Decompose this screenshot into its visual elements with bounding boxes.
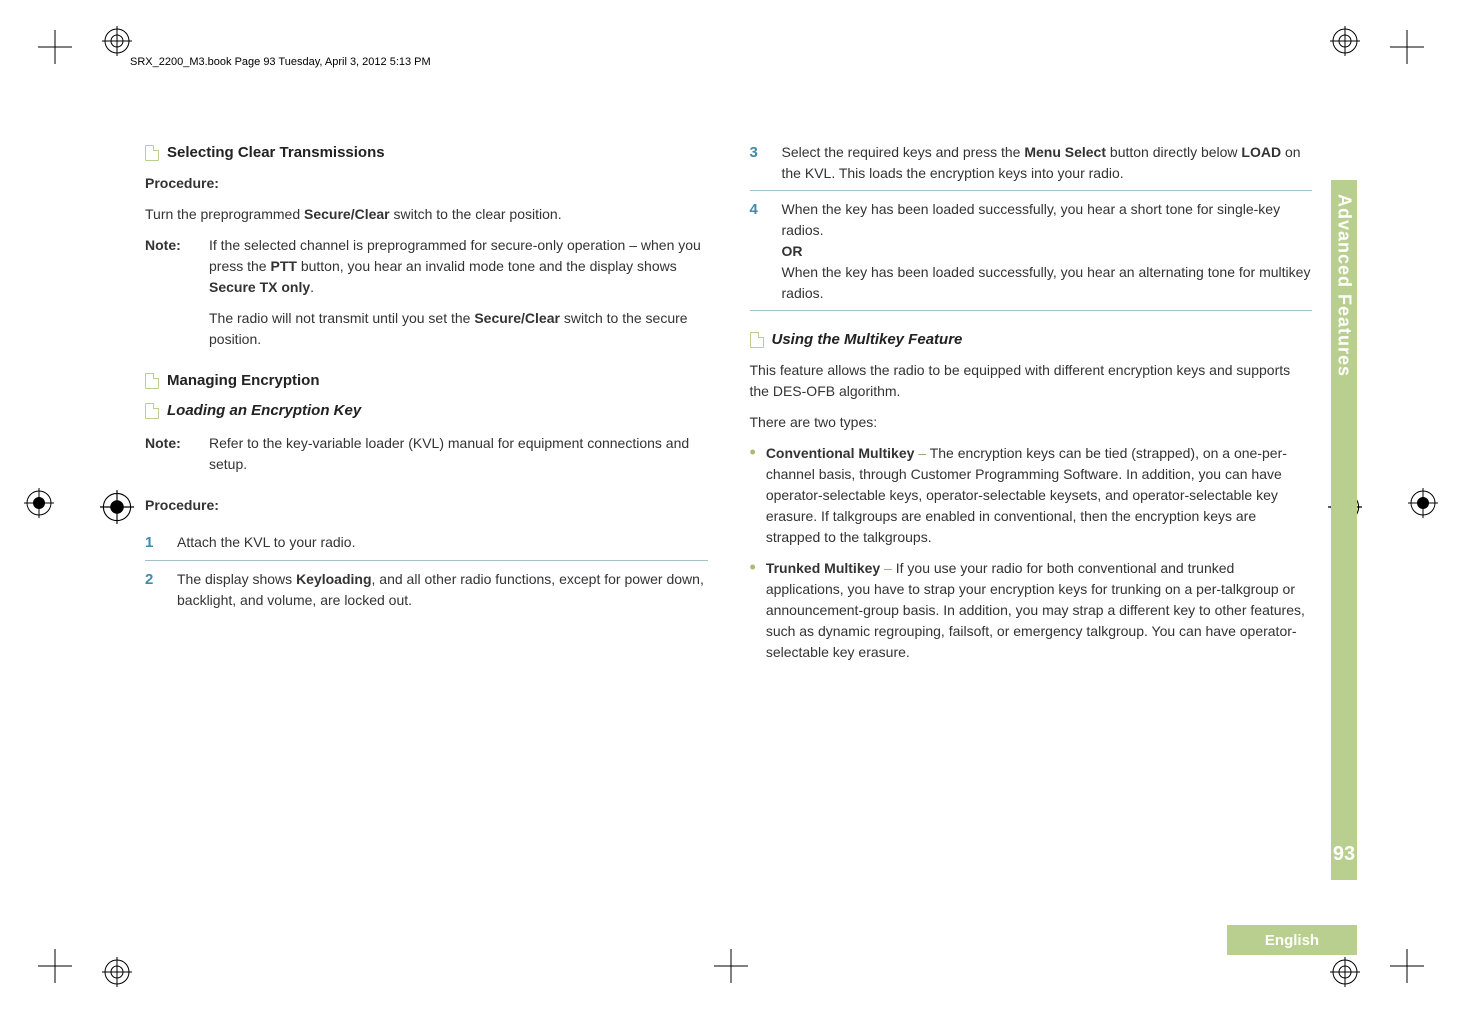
text: Turn the preprogrammed (145, 206, 304, 222)
page: Selecting Clear Transmissions Procedure:… (0, 0, 1462, 1013)
document-icon (145, 403, 159, 419)
bold-term: Trunked Multikey (766, 560, 880, 576)
bullet-body: Conventional Multikey – The encryption k… (766, 443, 1312, 548)
step-body: Attach the KVL to your radio. (177, 532, 708, 555)
text: When the key has been loaded successfull… (782, 264, 1311, 301)
procedure-label: Procedure: (145, 173, 708, 194)
text: The display shows (177, 571, 296, 587)
procedure-text: Turn the preprogrammed Secure/Clear swit… (145, 204, 708, 225)
content-columns: Selecting Clear Transmissions Procedure:… (145, 136, 1312, 983)
dash: – (880, 560, 896, 576)
step-body: Select the required keys and press the M… (782, 142, 1313, 184)
page-number: 93 (1333, 843, 1355, 866)
document-icon (145, 145, 159, 161)
bullet-dot-icon: • (750, 443, 756, 548)
text: Refer to the key-variable loader (KVL) m… (209, 433, 708, 475)
text: The radio will not transmit until you se… (209, 310, 474, 326)
procedure-label: Procedure: (145, 495, 708, 516)
step-number: 3 (750, 142, 768, 184)
procedure-step: 4 When the key has been loaded successfu… (750, 193, 1313, 311)
left-column: Selecting Clear Transmissions Procedure:… (145, 136, 708, 983)
step-number: 4 (750, 199, 768, 304)
note-label: Note: (145, 433, 195, 485)
display-text: Keyloading (296, 571, 371, 587)
procedure-step: 3 Select the required keys and press the… (750, 136, 1313, 191)
note-block: Note: If the selected channel is preprog… (145, 235, 708, 360)
step-number: 1 (145, 532, 163, 555)
section-heading: Using the Multikey Feature (750, 329, 1313, 352)
text: . (310, 279, 314, 295)
section-heading: Selecting Clear Transmissions (145, 142, 708, 165)
text: button, you hear an invalid mode tone an… (297, 258, 677, 274)
step-body: When the key has been loaded successfull… (782, 199, 1313, 304)
text: button directly below (1106, 144, 1241, 160)
or-label: OR (782, 243, 803, 259)
paragraph: This feature allows the radio to be equi… (750, 360, 1313, 402)
paragraph: There are two types: (750, 412, 1313, 433)
procedure-step: 2 The display shows Keyloading, and all … (145, 563, 708, 617)
bold-term: PTT (270, 258, 296, 274)
bullet-body: Trunked Multikey – If you use your radio… (766, 558, 1312, 663)
document-icon (145, 373, 159, 389)
section-heading: Managing Encryption (145, 370, 708, 393)
bold-term: Menu Select (1024, 144, 1106, 160)
section-title-italic: Using the Multikey Feature (772, 329, 963, 352)
note-body: If the selected channel is preprogrammed… (209, 235, 708, 360)
bold-term: Secure/Clear (304, 206, 390, 222)
section-title: Selecting Clear Transmissions (167, 142, 385, 165)
bold-term: Conventional Multikey (766, 445, 915, 461)
note-label: Note: (145, 235, 195, 360)
text: Select the required keys and press the (782, 144, 1025, 160)
side-tab-label: Advanced Features (1334, 180, 1355, 843)
bold-term: Secure/Clear (474, 310, 560, 326)
language-tab: English (1227, 925, 1357, 955)
section-title: Managing Encryption (167, 370, 320, 393)
display-text: Secure TX only (209, 279, 310, 295)
procedure-step: 1 Attach the KVL to your radio. (145, 526, 708, 562)
note-body: Refer to the key-variable loader (KVL) m… (209, 433, 708, 485)
bullet-dot-icon: • (750, 558, 756, 663)
dash: – (914, 445, 929, 461)
step-number: 2 (145, 569, 163, 611)
side-tab: Advanced Features 93 (1331, 180, 1357, 880)
section-heading: Loading an Encryption Key (145, 400, 708, 423)
text: When the key has been loaded successfull… (782, 201, 1281, 238)
bullet-item: • Trunked Multikey – If you use your rad… (750, 558, 1313, 663)
bullet-item: • Conventional Multikey – The encryption… (750, 443, 1313, 548)
bold-term: LOAD (1241, 144, 1281, 160)
right-column: 3 Select the required keys and press the… (750, 136, 1313, 983)
document-icon (750, 332, 764, 348)
section-title-italic: Loading an Encryption Key (167, 400, 361, 423)
note-block: Note: Refer to the key-variable loader (… (145, 433, 708, 485)
text: switch to the clear position. (390, 206, 562, 222)
step-body: The display shows Keyloading, and all ot… (177, 569, 708, 611)
